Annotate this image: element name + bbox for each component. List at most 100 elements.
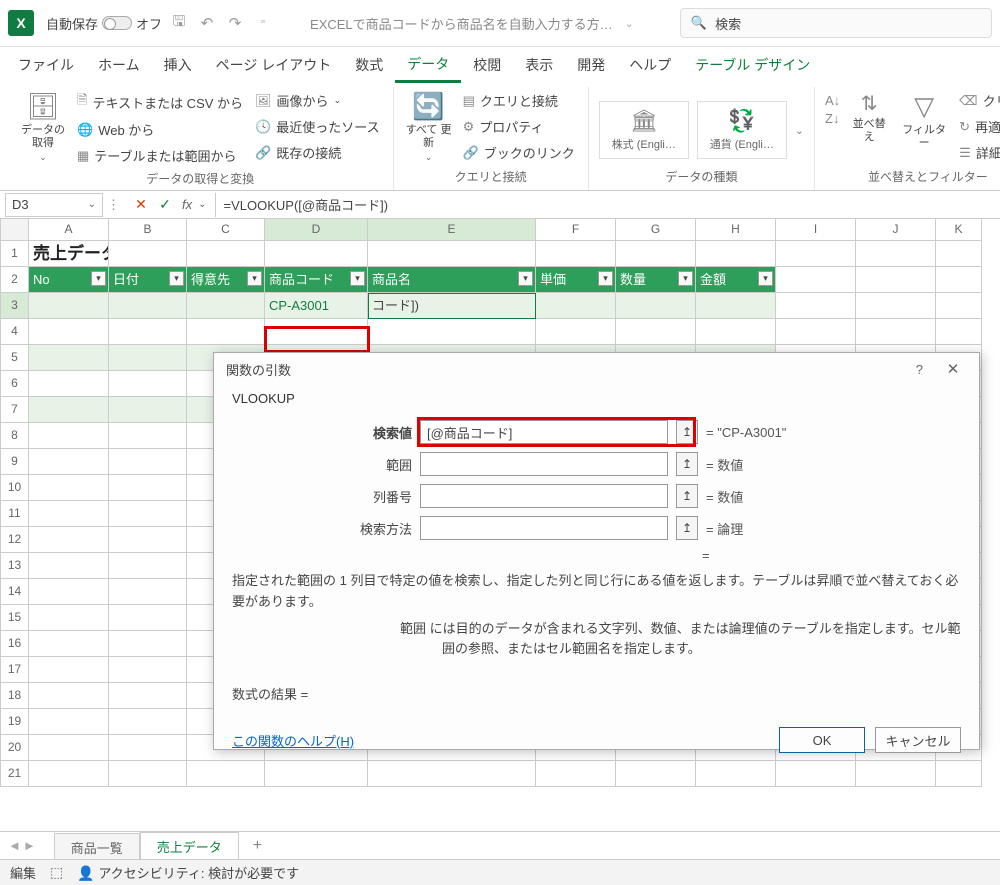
column-header[interactable]: H bbox=[696, 219, 776, 241]
cell[interactable] bbox=[109, 501, 187, 527]
cancel-formula-button[interactable]: ✕ bbox=[130, 194, 152, 216]
row-header[interactable]: 5 bbox=[0, 345, 29, 371]
cell[interactable] bbox=[29, 631, 109, 657]
datatype-more-icon[interactable]: ⌄ bbox=[795, 124, 804, 137]
redo-icon[interactable]: ↷ bbox=[224, 12, 246, 34]
from-table-button[interactable]: ▦テーブルまたは範囲から bbox=[74, 144, 246, 167]
qat-more-icon[interactable]: ⁼ bbox=[252, 12, 274, 34]
recent-sources-button[interactable]: 🕓最近使ったソース bbox=[252, 115, 383, 138]
cell[interactable] bbox=[936, 293, 982, 319]
row-header[interactable]: 3 bbox=[0, 293, 29, 319]
column-header[interactable]: E bbox=[368, 219, 536, 241]
cell[interactable]: 売上データ bbox=[29, 241, 109, 267]
cell[interactable] bbox=[776, 267, 856, 293]
cell[interactable] bbox=[29, 683, 109, 709]
currency-button[interactable]: 💱通貨 (Engli… bbox=[697, 101, 787, 159]
cell[interactable] bbox=[109, 345, 187, 371]
cell[interactable]: 商品名▾ bbox=[368, 267, 536, 293]
cell[interactable] bbox=[109, 683, 187, 709]
cell[interactable] bbox=[696, 293, 776, 319]
tab-home[interactable]: ホーム bbox=[86, 49, 152, 81]
cell[interactable] bbox=[936, 319, 982, 345]
row-header[interactable]: 11 bbox=[0, 501, 29, 527]
table-array-input[interactable] bbox=[420, 452, 668, 476]
tab-next-icon[interactable]: ► bbox=[23, 838, 36, 853]
cell[interactable] bbox=[265, 319, 368, 345]
row-header[interactable]: 18 bbox=[0, 683, 29, 709]
cell[interactable] bbox=[936, 241, 982, 267]
filter-dropdown-icon[interactable]: ▾ bbox=[91, 271, 106, 286]
clear-filter-button[interactable]: ⌫クリア bbox=[956, 89, 1000, 112]
cancel-button[interactable]: キャンセル bbox=[875, 727, 961, 753]
cell[interactable] bbox=[776, 319, 856, 345]
cell[interactable] bbox=[696, 319, 776, 345]
cell[interactable] bbox=[109, 553, 187, 579]
row-header[interactable]: 10 bbox=[0, 475, 29, 501]
cell[interactable] bbox=[29, 501, 109, 527]
sort-button[interactable]: ⇅ 並べ替え bbox=[846, 89, 892, 146]
filter-button[interactable]: ▽ フィルター bbox=[898, 89, 950, 152]
column-header[interactable]: J bbox=[856, 219, 936, 241]
cell[interactable] bbox=[29, 579, 109, 605]
filter-dropdown-icon[interactable]: ▾ bbox=[169, 271, 184, 286]
sort-za-icon[interactable]: Z↓ bbox=[825, 111, 839, 126]
properties-button[interactable]: ⚙プロパティ bbox=[460, 115, 578, 138]
cell[interactable] bbox=[109, 449, 187, 475]
row-header[interactable]: 2 bbox=[0, 267, 29, 293]
cell[interactable] bbox=[187, 241, 265, 267]
from-csv-button[interactable]: 🗎テキストまたは CSV から bbox=[74, 89, 246, 115]
row-header[interactable]: 6 bbox=[0, 371, 29, 397]
cell[interactable] bbox=[109, 657, 187, 683]
cell[interactable]: 日付▾ bbox=[109, 267, 187, 293]
autosave-toggle[interactable]: 自動保存 オフ bbox=[46, 14, 162, 33]
save-icon[interactable]: 🖫 bbox=[168, 12, 190, 34]
column-header[interactable]: I bbox=[776, 219, 856, 241]
cell[interactable] bbox=[29, 449, 109, 475]
macro-record-icon[interactable]: ⬚ bbox=[50, 864, 63, 881]
cell[interactable] bbox=[536, 293, 616, 319]
select-all-corner[interactable] bbox=[0, 219, 29, 241]
cell[interactable] bbox=[109, 475, 187, 501]
search-box[interactable]: 🔍 検索 bbox=[680, 8, 992, 38]
cell[interactable] bbox=[109, 735, 187, 761]
cell[interactable]: No▾ bbox=[29, 267, 109, 293]
cell[interactable] bbox=[536, 319, 616, 345]
cell[interactable] bbox=[29, 319, 109, 345]
column-header[interactable]: G bbox=[616, 219, 696, 241]
reapply-button[interactable]: ↻再適用 bbox=[956, 115, 1000, 138]
cell[interactable] bbox=[109, 241, 187, 267]
filter-dropdown-icon[interactable]: ▾ bbox=[518, 271, 533, 286]
lookup-value-input[interactable] bbox=[420, 420, 668, 444]
range-picker-button[interactable]: ↥ bbox=[676, 452, 698, 476]
cell[interactable] bbox=[29, 709, 109, 735]
range-picker-button[interactable]: ↥ bbox=[676, 420, 698, 444]
cell[interactable] bbox=[936, 267, 982, 293]
column-header[interactable]: A bbox=[29, 219, 109, 241]
cell[interactable]: 数量▾ bbox=[616, 267, 696, 293]
row-header[interactable]: 13 bbox=[0, 553, 29, 579]
row-header[interactable]: 7 bbox=[0, 397, 29, 423]
tab-review[interactable]: 校閲 bbox=[461, 49, 513, 81]
cell[interactable] bbox=[856, 241, 936, 267]
column-header[interactable]: C bbox=[187, 219, 265, 241]
column-header[interactable]: K bbox=[936, 219, 982, 241]
cell[interactable]: 商品コード▾ bbox=[265, 267, 368, 293]
refresh-all-button[interactable]: 🔄 すべて 更新 ⌄ bbox=[404, 89, 454, 165]
cell[interactable] bbox=[29, 475, 109, 501]
cell[interactable]: CP-A3001 bbox=[265, 293, 368, 319]
cell[interactable] bbox=[109, 605, 187, 631]
cell[interactable] bbox=[29, 761, 109, 787]
cell[interactable] bbox=[536, 241, 616, 267]
cell[interactable] bbox=[29, 735, 109, 761]
workbook-links-button[interactable]: 🔗ブックのリンク bbox=[460, 141, 578, 164]
cell[interactable] bbox=[187, 319, 265, 345]
from-image-button[interactable]: 🖼画像から ⌄ bbox=[252, 89, 383, 112]
row-header[interactable]: 8 bbox=[0, 423, 29, 449]
cell[interactable] bbox=[109, 423, 187, 449]
fx-dropdown-icon[interactable]: ⌄ bbox=[198, 199, 206, 210]
cell[interactable]: 単価▾ bbox=[536, 267, 616, 293]
cell[interactable] bbox=[776, 293, 856, 319]
row-header[interactable]: 12 bbox=[0, 527, 29, 553]
cell[interactable] bbox=[187, 293, 265, 319]
cell[interactable] bbox=[29, 605, 109, 631]
